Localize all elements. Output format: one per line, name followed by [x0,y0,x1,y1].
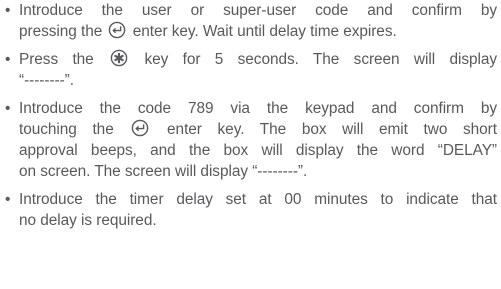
item-text-line: touching the enter key. The box will emi… [19,119,497,140]
item-text-line: on screen. The screen will display “----… [19,163,308,180]
list-item: • Introduce the user or super-user code … [4,0,497,42]
item-text-line: Press the key for 5 seconds. The screen … [19,49,497,70]
enter-key-icon [131,119,149,137]
list-item: • Introduce the timer delay set at 00 mi… [4,189,497,231]
list-item: • Press the key for 5 seconds. The scree… [4,49,497,91]
bullet-marker: • [5,2,11,19]
item-text-line: pressing the enter key. Wait until delay… [19,21,497,42]
bullet-marker: • [5,100,11,117]
item-text: pressing the [19,23,103,40]
item-text: Press the [19,51,94,68]
item-text: enter key. The box will emit two short [167,121,497,138]
item-text-line: no delay is required. [19,212,157,229]
item-text: touching the [19,121,114,138]
item-text-line: approval beeps, and the box will display… [19,142,497,159]
star-key-icon [110,49,128,67]
bullet-marker: • [5,51,11,68]
item-text-line: “--------”. [19,72,74,89]
enter-key-icon [108,21,126,39]
item-text-line: Introduce the timer delay set at 00 minu… [19,191,497,208]
item-text-line: Introduce the code 789 via the keypad an… [19,100,497,117]
bullet-marker: • [5,191,11,208]
instruction-list: • Introduce the user or super-user code … [4,0,497,231]
item-text: enter key. Wait until delay time expires… [132,23,397,40]
item-text: key for 5 seconds. The screen will displ… [144,51,498,68]
item-text-line: Introduce the user or super-user code an… [19,2,497,19]
list-item: • Introduce the code 789 via the keypad … [4,98,497,182]
